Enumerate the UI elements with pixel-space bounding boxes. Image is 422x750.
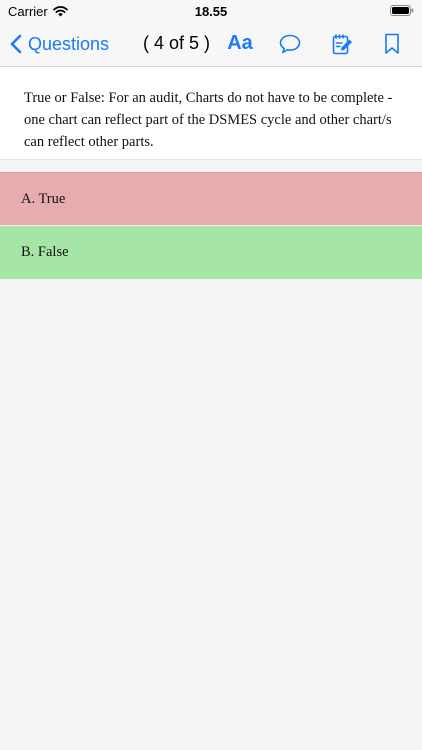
answer-option-b-label: B. False <box>21 244 69 260</box>
navigation-bar: Questions ( 4 of 5 ) Aa <box>0 22 422 67</box>
bookmark-icon <box>385 33 399 54</box>
font-size-icon[interactable]: Aa <box>226 31 254 55</box>
question-text: True or False: For an audit, Charts do n… <box>24 90 393 150</box>
note-button[interactable] <box>330 32 354 56</box>
notepad-pencil-icon <box>332 34 352 55</box>
question-counter: ( 4 of 5 ) <box>143 33 211 53</box>
back-button[interactable]: Questions <box>10 30 109 58</box>
comment-button[interactable] <box>278 32 302 56</box>
font-size-label: Aa <box>227 31 253 54</box>
answer-option-a-label: A. True <box>21 190 66 207</box>
chevron-left-icon <box>10 34 22 54</box>
status-bar: Carrier 18.55 <box>0 0 422 22</box>
bookmark-button[interactable] <box>380 32 404 56</box>
back-button-label: Questions <box>28 33 110 54</box>
answer-option-b[interactable]: B. False <box>0 226 422 279</box>
question-card: True or False: For an audit, Charts do n… <box>0 67 422 160</box>
speech-bubble-icon <box>279 34 301 54</box>
answer-option-a[interactable]: A. True <box>0 172 422 225</box>
battery-icon <box>390 5 414 16</box>
status-time: 18.55 <box>194 4 228 19</box>
